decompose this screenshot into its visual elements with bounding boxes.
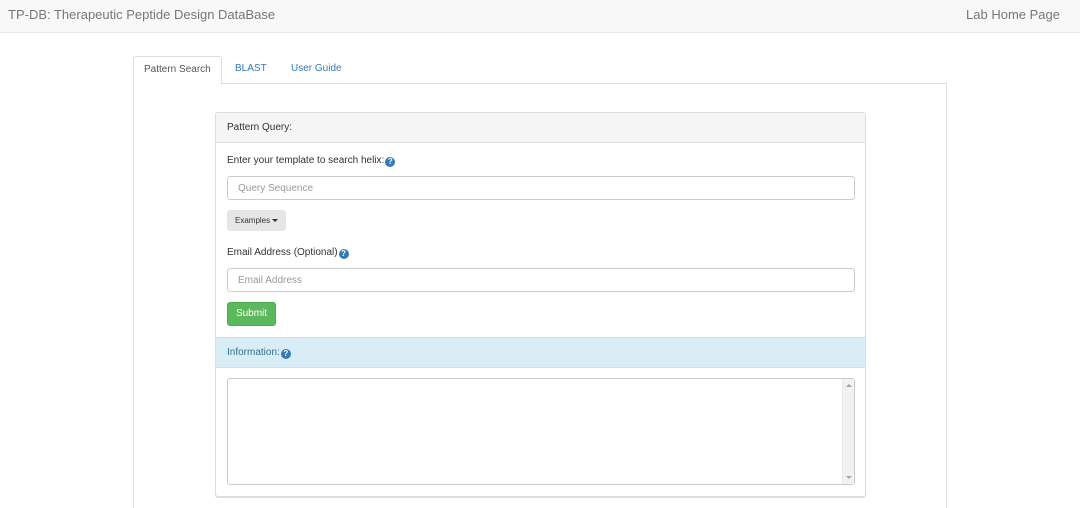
examples-dropdown-button[interactable]: Examples — [227, 210, 287, 231]
pattern-query-panel: Pattern Query: Enter your template to se… — [215, 112, 866, 498]
panel-heading: Pattern Query: — [216, 113, 865, 143]
information-title-row: Information:? — [227, 347, 291, 359]
information-textarea[interactable] — [227, 378, 855, 485]
template-label: Enter your template to search helix: — [227, 155, 385, 166]
query-sequence-input[interactable] — [227, 176, 855, 200]
information-heading: Information:? — [216, 337, 865, 368]
tab-pattern-search[interactable]: Pattern Search — [133, 56, 222, 85]
help-icon[interactable]: ? — [280, 349, 291, 359]
textarea-scrollbar[interactable] — [842, 379, 854, 484]
lab-home-link[interactable]: Lab Home Page — [966, 7, 1060, 22]
examples-label: Examples — [235, 216, 271, 225]
brand-title[interactable]: TP-DB: Therapeutic Peptide Design DataBa… — [8, 7, 275, 22]
email-label-row: Email Address (Optional)? — [227, 247, 349, 259]
help-icon[interactable]: ? — [385, 157, 396, 167]
help-icon[interactable]: ? — [338, 249, 349, 259]
submit-button[interactable]: Submit — [227, 302, 276, 326]
email-input[interactable] — [227, 268, 855, 292]
panel-title: Pattern Query: — [227, 122, 293, 133]
tab-user-guide[interactable]: User Guide — [291, 56, 342, 84]
email-label: Email Address (Optional) — [227, 247, 338, 258]
information-body — [215, 367, 866, 498]
tab-bar: Pattern Search BLAST User Guide — [133, 56, 947, 85]
caret-down-icon — [272, 219, 279, 222]
template-label-row: Enter your template to search helix:? — [227, 155, 396, 167]
scroll-up-arrow-icon[interactable] — [846, 384, 852, 387]
navbar: TP-DB: Therapeutic Peptide Design DataBa… — [0, 0, 1080, 33]
tab-blast[interactable]: BLAST — [235, 56, 267, 84]
scroll-down-arrow-icon[interactable] — [846, 476, 852, 479]
information-title: Information: — [227, 347, 280, 358]
